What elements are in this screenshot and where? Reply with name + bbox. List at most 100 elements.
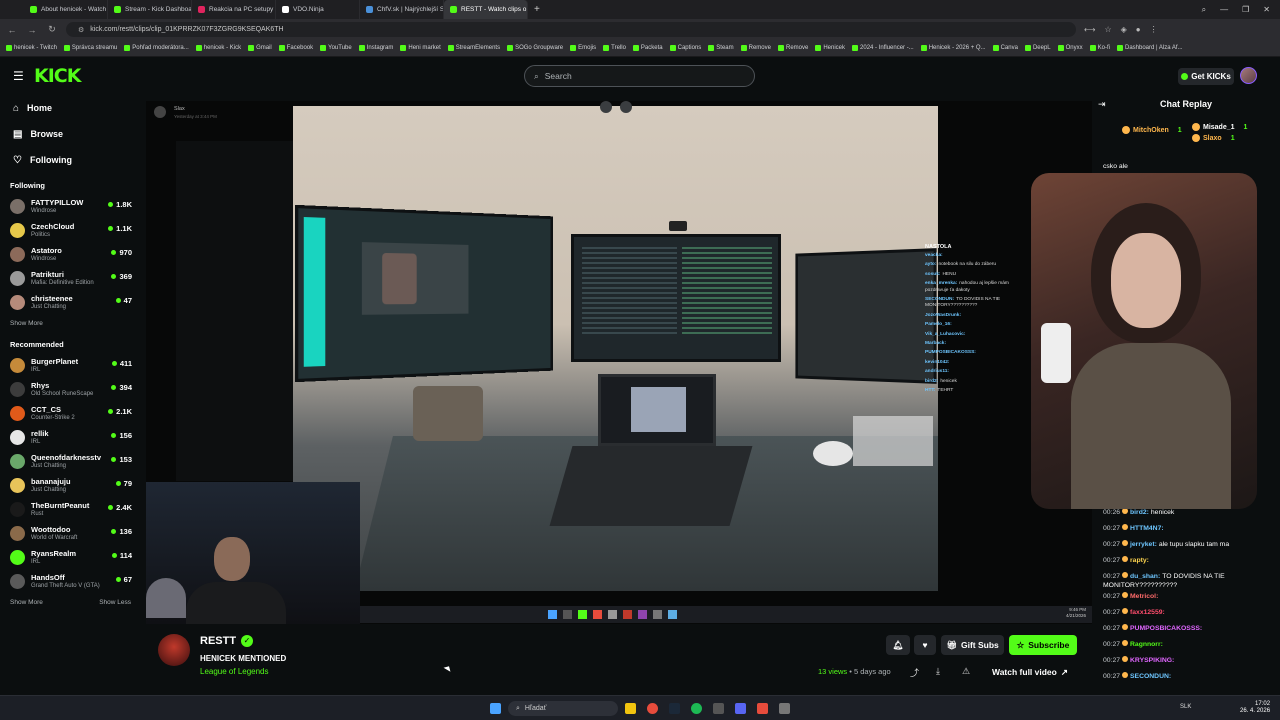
language-indicator[interactable]: SLK bbox=[1180, 704, 1191, 710]
bookmark-item[interactable]: DeepL bbox=[1024, 45, 1051, 51]
chat-username[interactable]: SECONDUN: bbox=[1130, 673, 1171, 680]
streamer-name[interactable]: RESTT bbox=[200, 635, 236, 647]
chat-username[interactable]: PUMPOSBICAKOSSS: bbox=[1130, 625, 1202, 632]
sidebar-channel[interactable]: Woottodoo World of Warcraft 136 bbox=[0, 521, 140, 545]
chat-username[interactable]: bird2: bbox=[1130, 509, 1149, 516]
follow-heart-button[interactable]: ♥ bbox=[914, 635, 936, 655]
maximize-icon[interactable]: ❐ bbox=[1242, 5, 1249, 15]
bookmark-item[interactable]: Captions bbox=[669, 45, 701, 51]
user-avatar[interactable] bbox=[1240, 67, 1257, 84]
bookmark-item[interactable]: Henicek bbox=[815, 45, 845, 51]
sidebar-channel[interactable]: christeenee Just Chatting 47 bbox=[0, 290, 140, 314]
translate-icon[interactable]: ⟷ bbox=[1084, 25, 1095, 34]
menu-icon[interactable]: ⋮ bbox=[1150, 25, 1158, 34]
download-icon[interactable]: ⤓ bbox=[936, 666, 940, 677]
sidebar-channel[interactable]: rellik IRL 156 bbox=[0, 425, 140, 449]
taskbar-search-input[interactable]: ⌕ Hľadať bbox=[508, 701, 618, 716]
reload-icon[interactable]: ↻ bbox=[46, 24, 58, 35]
bookmark-item[interactable]: Remove bbox=[740, 45, 771, 51]
top-gifter[interactable]: Slaxo 1 bbox=[1192, 134, 1235, 142]
opera-browser-icon[interactable] bbox=[647, 703, 658, 714]
file-explorer-icon[interactable] bbox=[625, 703, 636, 714]
steam-icon[interactable] bbox=[669, 703, 680, 714]
bookmark-item[interactable]: Pohľad moderátora... bbox=[124, 45, 189, 51]
bookmark-item[interactable]: Trello bbox=[603, 45, 626, 51]
share-icon[interactable]: ⤴ bbox=[910, 666, 919, 679]
sidebar-channel[interactable]: Patrikturi Mafia: Definitive Edition 369 bbox=[0, 266, 140, 290]
bookmark-item[interactable]: Onyxx bbox=[1057, 45, 1083, 51]
bookmark-item[interactable]: Správca streamu bbox=[63, 45, 117, 51]
sidebar-channel[interactable]: Queenofdarknesstv Just Chatting 153 bbox=[0, 449, 140, 473]
sidebar-channel[interactable]: CzechCloud Politics 1.1K bbox=[0, 218, 140, 242]
sidebar-nav-browse[interactable]: ▤ Browse bbox=[0, 121, 140, 147]
browser-tab[interactable]: About henicek - Watch Li... bbox=[24, 0, 108, 19]
profile-icon[interactable]: ● bbox=[1136, 25, 1141, 34]
sidebar-channel[interactable]: Astatoro Windrose 970 bbox=[0, 242, 140, 266]
clip-category-link[interactable]: League of Legends bbox=[200, 667, 269, 676]
chrome-icon[interactable] bbox=[757, 703, 768, 714]
close-window-icon[interactable]: ✕ bbox=[1263, 5, 1270, 15]
kick-logo[interactable]: KICK bbox=[34, 65, 81, 87]
minimize-icon[interactable]: — bbox=[1220, 5, 1228, 15]
bookmark-item[interactable]: Henicek - 2026 + Q... bbox=[920, 45, 986, 51]
search-input[interactable]: ⌕ Search bbox=[524, 65, 755, 87]
bookmark-item[interactable]: SOGo Groupware bbox=[507, 45, 563, 51]
chat-username[interactable]: du_shan: bbox=[1130, 573, 1160, 580]
browser-tab[interactable]: Reakcia na PC setupy na ... bbox=[192, 0, 276, 19]
bookmark-item[interactable]: Steam bbox=[708, 45, 734, 51]
bookmark-item[interactable]: henicek - Kick bbox=[195, 45, 241, 51]
notifications-bell-button[interactable]: 🔔︎ bbox=[886, 635, 910, 655]
spotify-icon[interactable] bbox=[691, 703, 702, 714]
show-more-recommended-button[interactable]: Show More bbox=[10, 599, 43, 606]
new-tab-button[interactable]: + bbox=[534, 4, 540, 15]
bookmark-item[interactable]: YouTube bbox=[320, 45, 352, 51]
app-icon-2[interactable] bbox=[779, 703, 790, 714]
sidebar-channel[interactable]: TheBurntPeanut Rust 2.4K bbox=[0, 497, 140, 521]
show-more-following-button[interactable]: Show More bbox=[0, 314, 140, 332]
system-clock[interactable]: 17:02 26. 4. 2026 bbox=[1240, 701, 1270, 715]
chat-username[interactable]: Metricol: bbox=[1130, 593, 1158, 600]
sidebar-channel[interactable]: Rhys Old School RuneScape 394 bbox=[0, 377, 140, 401]
bookmark-item[interactable]: 2024 - Influencer -... bbox=[852, 45, 914, 51]
browser-tab[interactable]: VDO.Ninja bbox=[276, 0, 360, 19]
watch-full-video-button[interactable]: Watch full video ↗ bbox=[982, 662, 1078, 682]
sidebar-channel[interactable]: CCT_CS Counter-Strike 2 2.1K bbox=[0, 401, 140, 425]
star-icon[interactable]: ☆ bbox=[1104, 25, 1111, 34]
sidebar-channel[interactable]: FATTYPILLOW Windrose 1.8K bbox=[0, 194, 140, 218]
browser-tab[interactable]: Stream - Kick Dashboard bbox=[108, 0, 192, 19]
bookmark-item[interactable]: Remove bbox=[777, 45, 808, 51]
gift-subs-button[interactable]: 🎁︎ Gift Subs bbox=[941, 635, 1004, 655]
bookmark-item[interactable]: Heni market bbox=[400, 45, 441, 51]
get-kicks-button[interactable]: Get KICKs bbox=[1178, 68, 1234, 85]
sidebar-channel[interactable]: bananajuju Just Chatting 79 bbox=[0, 473, 140, 497]
hamburger-menu-icon[interactable]: ☰ bbox=[13, 69, 24, 83]
subscribe-button[interactable]: ☆ Subscribe bbox=[1009, 635, 1077, 655]
sidebar-channel[interactable]: BurgerPlanet IRL 411 bbox=[0, 353, 140, 377]
bookmark-item[interactable]: Instagram bbox=[358, 45, 393, 51]
top-gifter[interactable]: Misade_1 1 bbox=[1192, 123, 1247, 131]
report-icon[interactable]: ⚠ bbox=[962, 666, 970, 677]
bookmark-item[interactable]: Facebook bbox=[278, 45, 313, 51]
sidebar-channel[interactable]: HandsOff Grand Theft Auto V (GTA) 67 bbox=[0, 569, 140, 593]
streamer-avatar[interactable] bbox=[158, 634, 190, 666]
chat-username[interactable]: jerryket: bbox=[1130, 541, 1157, 548]
pip-icon[interactable] bbox=[600, 101, 612, 113]
chat-username[interactable]: HTTM4N7: bbox=[1130, 525, 1164, 532]
bookmark-item[interactable]: henicek - Twitch bbox=[6, 45, 57, 51]
bookmark-item[interactable]: Packeta bbox=[632, 45, 663, 51]
sidebar-nav-following[interactable]: ♡ Following bbox=[0, 147, 140, 173]
url-field[interactable]: ⚙ kick.com/restt/clips/clip_01KPRRZK07F3… bbox=[66, 22, 1076, 37]
chat-username[interactable]: KRYSPIKING: bbox=[1130, 657, 1174, 664]
show-less-button[interactable]: Show Less bbox=[99, 599, 131, 606]
top-gifter[interactable]: MitchOken 1 bbox=[1122, 126, 1182, 134]
extension-icon[interactable]: ◈ bbox=[1121, 25, 1127, 34]
chat-username[interactable]: rapty: bbox=[1130, 557, 1149, 564]
discord-icon[interactable] bbox=[735, 703, 746, 714]
browser-tab[interactable]: ChfV.sk | Najrýchlejší Scra... bbox=[360, 0, 444, 19]
forward-icon[interactable]: → bbox=[26, 25, 38, 35]
bookmark-item[interactable]: StreamElements bbox=[447, 45, 500, 51]
sidebar-channel[interactable]: RyansRealm IRL 114 bbox=[0, 545, 140, 569]
site-info-icon[interactable]: ⚙ bbox=[78, 26, 84, 34]
theatre-icon[interactable] bbox=[620, 101, 632, 113]
bookmark-item[interactable]: Gmail bbox=[248, 45, 272, 51]
